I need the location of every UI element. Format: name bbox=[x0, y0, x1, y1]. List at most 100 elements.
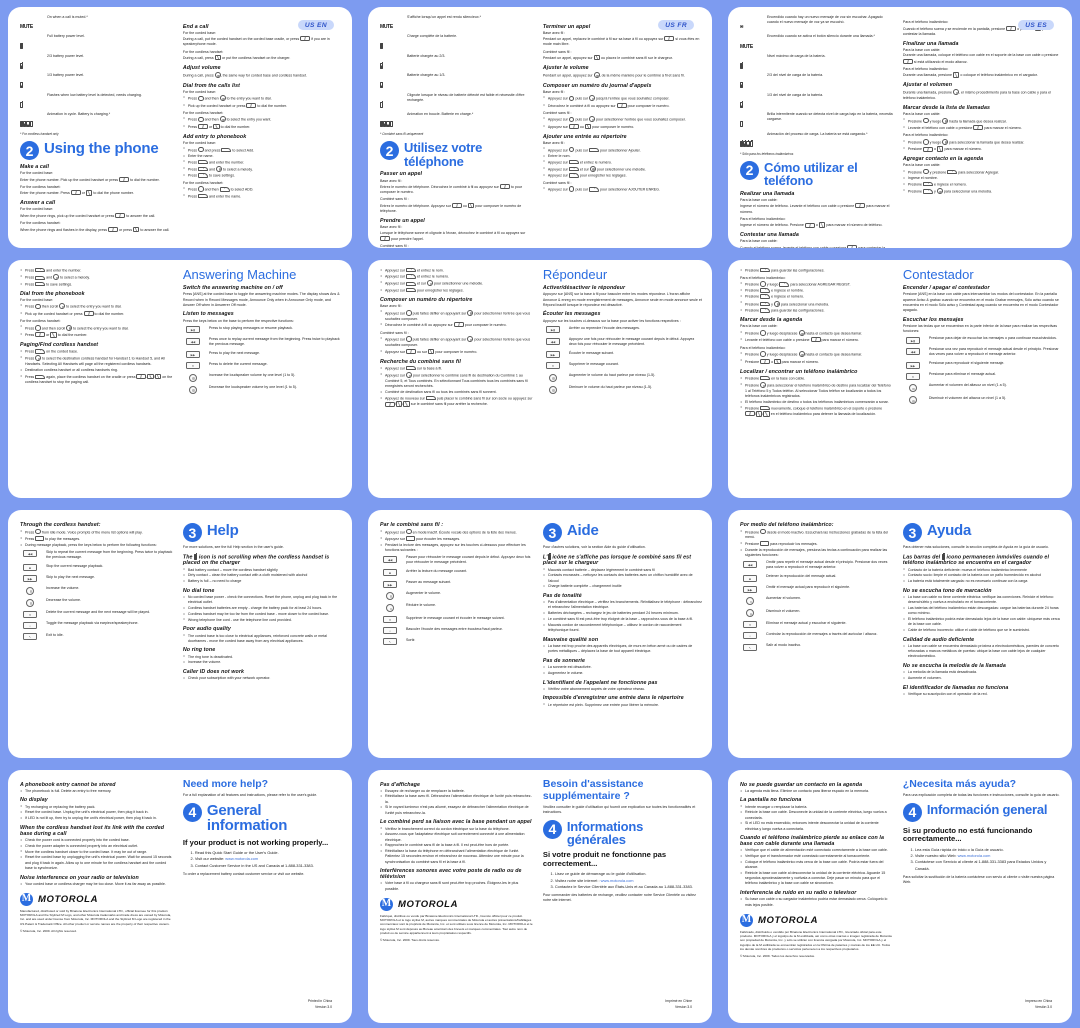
soft-key-icon bbox=[568, 158, 579, 166]
instruction-item: Pick up the corded handset or press to d… bbox=[183, 103, 342, 109]
instruction-item: Presione desde el modo inactivo. Escucha… bbox=[740, 528, 893, 541]
soft-key-icon bbox=[923, 188, 934, 196]
website-link[interactable]: www.motorola.com bbox=[601, 878, 634, 883]
troubleshoot-list: Your corded base or cordless charger may… bbox=[20, 882, 173, 887]
cordless-key-list-fr: ◀◀ Passer pour réécouter le message coura… bbox=[380, 555, 533, 646]
instruction-text: During a call, put the corded handset on… bbox=[182, 36, 330, 47]
context-label: For the corded base: bbox=[20, 297, 54, 302]
key-function-label: Presionar para reproducir el siguiente m… bbox=[928, 361, 1005, 366]
instruction-item: Presione y luego para seleccionar la lla… bbox=[903, 139, 1062, 146]
phonebook-paging-en: Press and enter the number.Press and to … bbox=[20, 266, 173, 386]
key-icon-cell: ◀◀ bbox=[903, 347, 923, 356]
instruction-item: Press to save settings. bbox=[183, 172, 342, 180]
troubleshoot-list: The ring tone is deactivated.Increase th… bbox=[183, 654, 342, 665]
instruction-item: Presione y luego desplácese hasta el con… bbox=[740, 330, 893, 337]
instruction-item: Press and then to select the entry you w… bbox=[183, 116, 342, 123]
delete-key-icon: ✕ bbox=[383, 616, 397, 624]
context-label: Combiné sans fil : bbox=[542, 180, 572, 185]
battery-two-thirds-icon bbox=[20, 62, 24, 69]
cell-en-row3: Through the cordless handset: Press from… bbox=[0, 503, 360, 763]
instruction-text: Durante una llamada, coloque el teléfono… bbox=[902, 53, 1059, 64]
legend-row: Clignote lorsque le niveau de batterie d… bbox=[380, 93, 533, 111]
repeat-key-icon: ◀◀ bbox=[23, 550, 37, 558]
mute-icon: MUTE bbox=[20, 24, 33, 31]
talk-key-icon bbox=[115, 212, 126, 218]
talk-key-icon bbox=[568, 124, 579, 130]
troubleshoot-item: Verifique su suscripción con el operador… bbox=[903, 692, 1062, 697]
instruction-item: Levante el teléfono con cable o presione… bbox=[740, 337, 893, 343]
soft-key-icon bbox=[35, 274, 46, 282]
speakerphone-key-icon bbox=[763, 411, 770, 417]
navigation-key-icon bbox=[405, 372, 412, 379]
navigation-key-icon bbox=[589, 165, 596, 172]
key-function-label: Exit to idle. bbox=[46, 632, 64, 637]
volume-up-key-icon bbox=[746, 596, 754, 605]
not-working-outro: Pour commander des batteries de rechange… bbox=[542, 893, 696, 903]
instruction-item: Appuyez sur puis sur pour sélectionner l… bbox=[543, 116, 702, 123]
legend-text: 2/3 del nivel de carga de la batería. bbox=[767, 73, 824, 78]
next-key-icon: ▶▶ bbox=[23, 575, 37, 583]
legend-icon-cell bbox=[380, 34, 402, 52]
troubleshoot-item: El teléfono inalámbrico podría estar dem… bbox=[903, 617, 1062, 627]
exit-key-icon: ↖ bbox=[383, 638, 397, 646]
key-icon-cell: ◀◀ bbox=[20, 550, 40, 558]
instruction-item: Press and then to the entry you want to … bbox=[183, 95, 342, 102]
instruction-list: Appuyez sur puis faites défiler en appuy… bbox=[380, 309, 533, 329]
instruction-item: Presione e ingrese el número. bbox=[740, 293, 893, 301]
troubleshoot-item: Su base con cable o su cargador inalámbr… bbox=[740, 897, 893, 907]
website-link[interactable]: www.motorola.com bbox=[225, 856, 258, 861]
talk-key-icon bbox=[923, 146, 934, 152]
key-icon-cell: ☼ bbox=[380, 627, 400, 635]
volume-up-key-icon bbox=[908, 384, 917, 393]
battery-full-icon bbox=[740, 62, 744, 69]
print-info-en: Printed in China Version 3.0 bbox=[308, 999, 332, 1011]
context-label: Base avec fil : bbox=[380, 178, 403, 183]
troubleshoot-heading: No se puede guardar un contacto en la ag… bbox=[740, 781, 863, 788]
instruction-text: Enter the phone number. Press or to dial… bbox=[20, 190, 134, 196]
step-number-badge: 4 bbox=[542, 819, 562, 839]
cell-fr-row3: Par le combiné sans fil : Appuyez sur en… bbox=[360, 503, 720, 763]
key-function-label: Arrêter ou reprendre l'écoute des messag… bbox=[568, 325, 640, 330]
troubleshoot-list: Mauvais contact batterie – déplacez légè… bbox=[543, 567, 702, 589]
language-badge-es: US ES bbox=[1018, 20, 1054, 30]
troubleshoot-heading: Calidad de audio deficiente bbox=[902, 636, 975, 643]
legend-row: MUTE S'affiche lorsqu'un appel est rendu … bbox=[380, 15, 533, 33]
key-function-row: Augmenter le volume du haut parleur par … bbox=[543, 373, 702, 382]
instruction-text: Ingrese el número de teléfono. Levante e… bbox=[740, 203, 890, 214]
key-icon-cell bbox=[20, 586, 40, 595]
instruction-text: Ingrese el número de teléfono. Presione … bbox=[740, 222, 883, 228]
website-link[interactable]: www.motorola.com bbox=[958, 853, 991, 858]
navigation-key-icon bbox=[798, 329, 805, 336]
motorola-m-icon: M bbox=[20, 892, 33, 906]
troubleshoot-item: Mauvais cordon de raccordement téléphoni… bbox=[543, 623, 702, 633]
battery-empty-icon bbox=[20, 101, 24, 108]
context-label: Para la base con cable: bbox=[902, 163, 941, 168]
soft-key-icon bbox=[35, 266, 46, 274]
key-function-row: ◀◀ Passer pour réécouter le message coura… bbox=[380, 555, 533, 565]
card-right-column: Besoin d'assistance supplémentaire ? Veu… bbox=[542, 778, 702, 1017]
context-label: For the cordless handset: bbox=[182, 180, 224, 185]
troubleshoot-item: Si el LED no está encendido, entonces in… bbox=[740, 821, 893, 831]
troubleshoot-item: La melodía de la llamada está desactivad… bbox=[903, 670, 1062, 675]
key-icon-cell: ✕ bbox=[903, 372, 923, 380]
key-function-row: ✕ Eliminar el mensaje actual y escuchar e… bbox=[740, 621, 893, 629]
step-title: Cómo utilizar el teléfono bbox=[764, 159, 858, 189]
step-number-badge: 2 bbox=[740, 160, 759, 180]
motorola-wordmark: MOTOROLA bbox=[758, 914, 819, 926]
key-icon-cell: ✕ bbox=[380, 616, 400, 624]
key-function-row: ✕ Supprimer le message courant. bbox=[543, 362, 702, 370]
troubleshoot-heading: L'identifiant de l'appelant ne fonctionn… bbox=[542, 679, 658, 686]
redial-key-icon bbox=[198, 95, 204, 102]
key-icon-cell: ↖ bbox=[380, 638, 400, 646]
battery-one-third-icon bbox=[380, 81, 384, 89]
instruction-text: Enter the phone number. Pick up the cord… bbox=[20, 176, 160, 182]
key-function-row: ◀◀ Omitir para repetir el mensaje actual … bbox=[740, 560, 893, 570]
troubleshoot-list: La base est trop proche des appareils él… bbox=[543, 644, 702, 654]
legend-icon-cell bbox=[380, 112, 402, 130]
instruction-item: Enter the name. bbox=[183, 154, 342, 159]
troubleshoot-item: Charge batterie complète – chargement in… bbox=[543, 584, 702, 589]
legend-text: Clignote lorsque le niveau de batterie d… bbox=[407, 92, 525, 102]
talk-key-icon bbox=[616, 102, 627, 108]
menu-key-icon bbox=[35, 324, 41, 331]
context-label: Combiné sans fil : bbox=[542, 49, 572, 54]
